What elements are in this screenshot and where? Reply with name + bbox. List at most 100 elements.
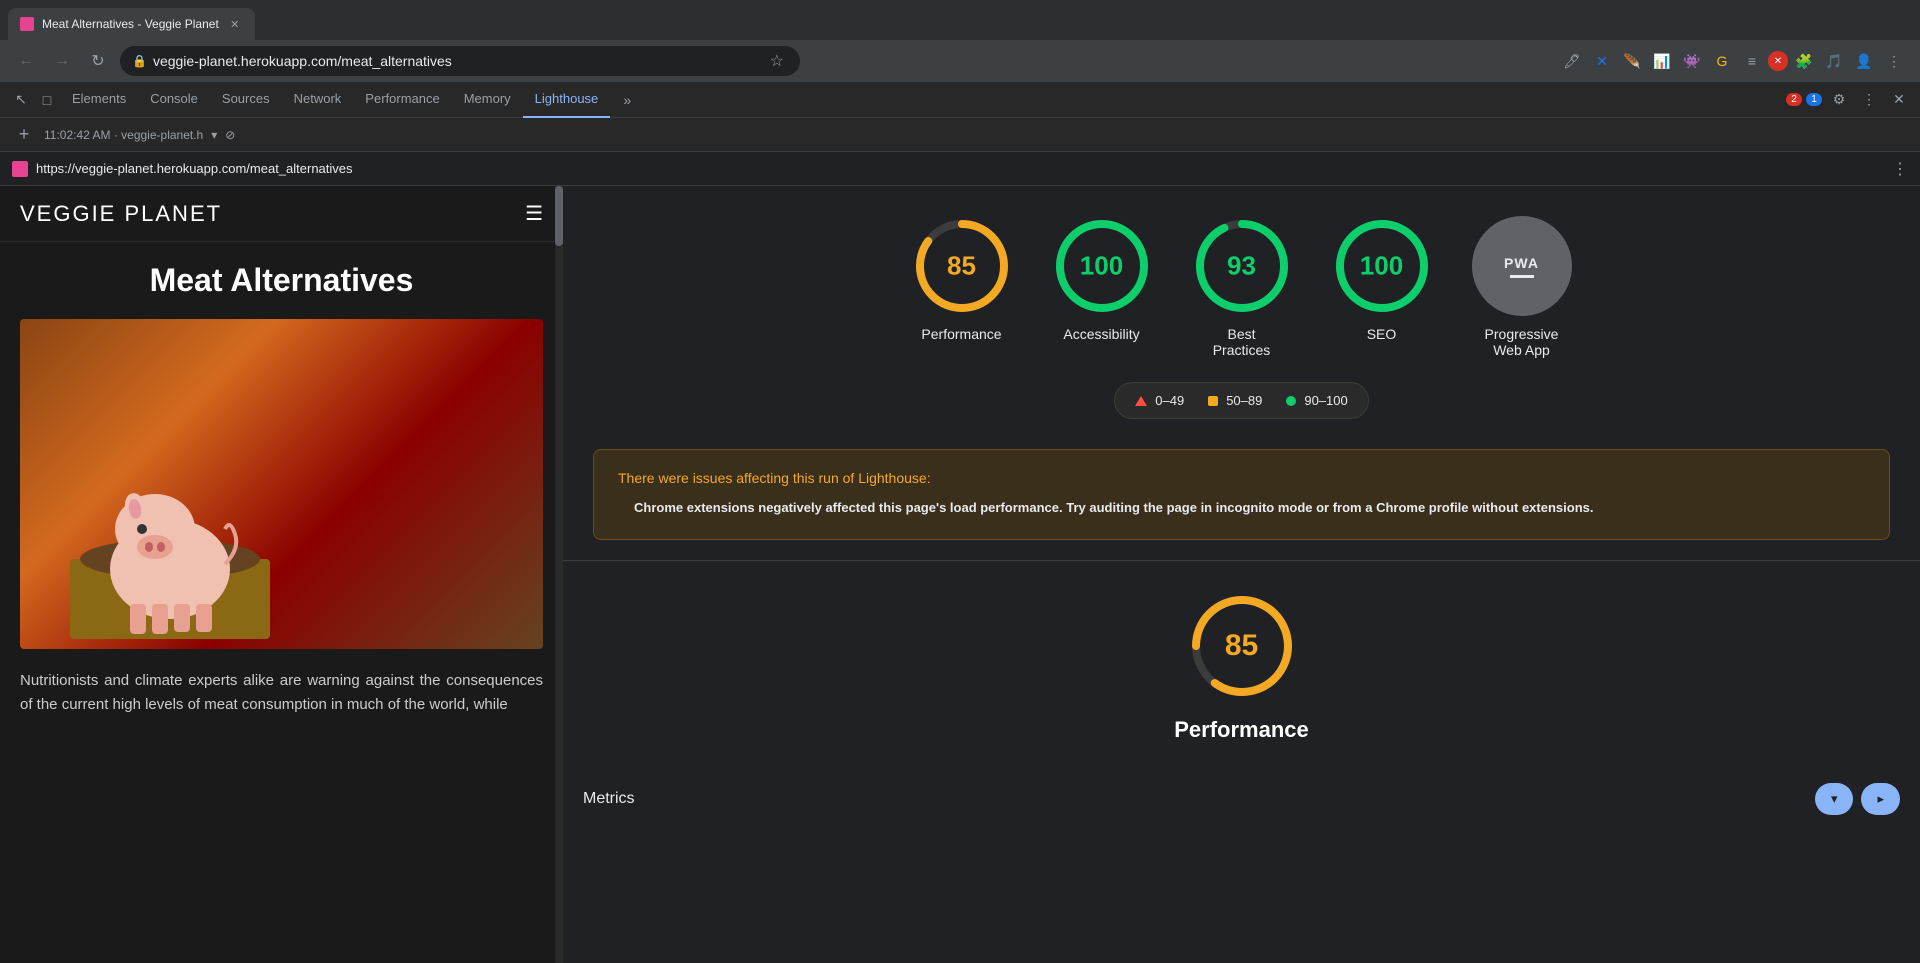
extension-music-icon[interactable]: 🎵: [1820, 47, 1848, 75]
extension-lines-icon[interactable]: ≡: [1738, 47, 1766, 75]
warning-badge: 1: [1806, 93, 1822, 106]
extension-x-icon[interactable]: ✕: [1588, 47, 1616, 75]
extensions-puzzle-icon[interactable]: 🧩: [1790, 47, 1818, 75]
more-menu-button[interactable]: ⋮: [1880, 47, 1908, 75]
seo-score: 100: [1360, 251, 1403, 282]
extension-red-icon[interactable]: ✕: [1768, 51, 1788, 71]
page-favicon: [12, 161, 28, 177]
score-pwa: PWA ProgressiveWeb App: [1472, 216, 1572, 358]
warning-title: There were issues affecting this run of …: [618, 470, 1865, 486]
extension-chart-icon[interactable]: 📊: [1648, 47, 1676, 75]
performance-score: 85: [947, 251, 976, 282]
metrics-row: Metrics ▾ ▸: [563, 783, 1920, 815]
scores-row: 85 Performance 100 Access: [912, 216, 1572, 358]
performance-label: Performance: [921, 326, 1001, 342]
pig-image: [20, 319, 543, 649]
pwa-label: PWA: [1504, 255, 1539, 271]
extension-profile-icon[interactable]: 👤: [1850, 47, 1878, 75]
website-preview-panel: VEGGIE PLANET ☰ Meat Alternatives: [0, 186, 563, 963]
scores-section: 85 Performance 100 Access: [563, 186, 1920, 449]
url-text: veggie-planet.herokuapp.com/meat_alterna…: [153, 53, 760, 69]
session-status-icon: ⊘: [225, 128, 235, 142]
url-more-button[interactable]: ⋮: [1892, 159, 1908, 179]
active-tab[interactable]: Meat Alternatives - Veggie Planet ✕: [8, 8, 255, 40]
tab-lighthouse[interactable]: Lighthouse: [523, 82, 611, 118]
extension-alien-icon[interactable]: 👾: [1678, 47, 1706, 75]
reload-button[interactable]: ↻: [84, 47, 112, 75]
page-text: Nutritionists and climate experts alike …: [20, 669, 543, 717]
pwa-dash: [1510, 275, 1534, 278]
legend-pass-icon: [1286, 396, 1296, 406]
address-bar-row: ← → ↻ 🔒 veggie-planet.herokuapp.com/meat…: [0, 40, 1920, 82]
session-dropdown-icon[interactable]: ▾: [211, 128, 217, 142]
scrollbar-thumb[interactable]: [555, 186, 563, 246]
devtools-pointer-icon[interactable]: ↖: [8, 87, 34, 113]
legend-average-icon: [1208, 396, 1218, 406]
legend: 0–49 50–89 90–100: [1114, 382, 1368, 419]
tab-console[interactable]: Console: [138, 82, 210, 118]
tab-close-button[interactable]: ✕: [227, 16, 243, 32]
website-content: Meat Alternatives: [0, 242, 563, 963]
best-practices-score: 93: [1227, 251, 1256, 282]
seo-circle: 100: [1332, 216, 1432, 316]
bottom-performance-circle: 85: [1187, 591, 1297, 701]
pwa-title-label: ProgressiveWeb App: [1485, 326, 1559, 358]
tab-elements[interactable]: Elements: [60, 82, 138, 118]
devtools-more-tabs-button[interactable]: »: [614, 87, 640, 113]
back-button[interactable]: ←: [12, 47, 40, 75]
devtools-device-icon[interactable]: □: [34, 87, 60, 113]
session-label: 11:02:42 AM · veggie-planet.h: [44, 128, 203, 142]
extension-feather-icon[interactable]: 🪶: [1618, 47, 1646, 75]
bottom-performance-section: 85 Performance: [563, 560, 1920, 773]
tab-favicon: [20, 17, 34, 31]
tab-memory[interactable]: Memory: [452, 82, 523, 118]
pwa-circle: PWA: [1472, 216, 1572, 316]
best-practices-circle: 93: [1192, 216, 1292, 316]
accessibility-circle: 100: [1052, 216, 1152, 316]
legend-fail-label: 0–49: [1155, 393, 1184, 408]
tab-performance[interactable]: Performance: [353, 82, 451, 118]
tab-title: Meat Alternatives - Veggie Planet: [42, 17, 219, 31]
devtools-tab-bar: ↖ □ Elements Console Sources Network Per…: [0, 82, 1920, 118]
metrics-label: Metrics: [583, 790, 635, 808]
toolbar-icons: 🖊 ✕ 🪶 📊 👾 G ≡ ✕ 🧩 🎵 👤 ⋮: [1558, 47, 1908, 75]
address-input[interactable]: 🔒 veggie-planet.herokuapp.com/meat_alter…: [120, 46, 800, 76]
tab-sources[interactable]: Sources: [210, 82, 282, 118]
devtools-page-url-bar: https://veggie-planet.herokuapp.com/meat…: [0, 152, 1920, 186]
page-url-text: https://veggie-planet.herokuapp.com/meat…: [36, 161, 353, 176]
legend-fail: 0–49: [1135, 393, 1184, 408]
seo-label: SEO: [1367, 326, 1397, 342]
site-header: VEGGIE PLANET ☰: [0, 186, 563, 242]
main-area: VEGGIE PLANET ☰ Meat Alternatives: [0, 186, 1920, 963]
lighthouse-panel: 85 Performance 100 Access: [563, 186, 1920, 963]
devtools-dock-icon[interactable]: ⋮: [1856, 87, 1882, 113]
warning-box: There were issues affecting this run of …: [593, 449, 1890, 540]
warning-body-strong: Chrome extensions negatively affected th…: [634, 500, 1593, 515]
tab-network[interactable]: Network: [282, 82, 354, 118]
hamburger-menu-icon[interactable]: ☰: [525, 201, 543, 226]
scrollbar[interactable]: [555, 186, 563, 963]
accessibility-label: Accessibility: [1063, 326, 1139, 342]
devtools-add-button[interactable]: +: [12, 123, 36, 147]
devtools-settings-icon[interactable]: ⚙: [1826, 87, 1852, 113]
legend-fail-icon: [1135, 396, 1147, 406]
legend-pass-label: 90–100: [1304, 393, 1347, 408]
extension-pen-icon[interactable]: 🖊: [1558, 47, 1586, 75]
error-badge: 2: [1786, 93, 1802, 106]
best-practices-label: BestPractices: [1213, 326, 1271, 358]
bookmark-icon[interactable]: ☆: [766, 47, 788, 75]
pig-svg: [70, 439, 270, 639]
bottom-performance-label: Performance: [1174, 717, 1309, 743]
site-logo: VEGGIE PLANET: [20, 201, 222, 227]
collapse-metrics-button[interactable]: ▸: [1861, 783, 1900, 815]
devtools-close-icon[interactable]: ✕: [1886, 87, 1912, 113]
tab-bar: Meat Alternatives - Veggie Planet ✕: [0, 0, 1920, 40]
score-performance: 85 Performance: [912, 216, 1012, 342]
forward-button[interactable]: →: [48, 47, 76, 75]
extension-g-icon[interactable]: G: [1708, 47, 1736, 75]
performance-circle: 85: [912, 216, 1012, 316]
expand-metrics-button[interactable]: ▾: [1815, 783, 1854, 815]
legend-pass: 90–100: [1286, 393, 1347, 408]
score-seo: 100 SEO: [1332, 216, 1432, 342]
warning-body: Chrome extensions negatively affected th…: [634, 498, 1865, 519]
